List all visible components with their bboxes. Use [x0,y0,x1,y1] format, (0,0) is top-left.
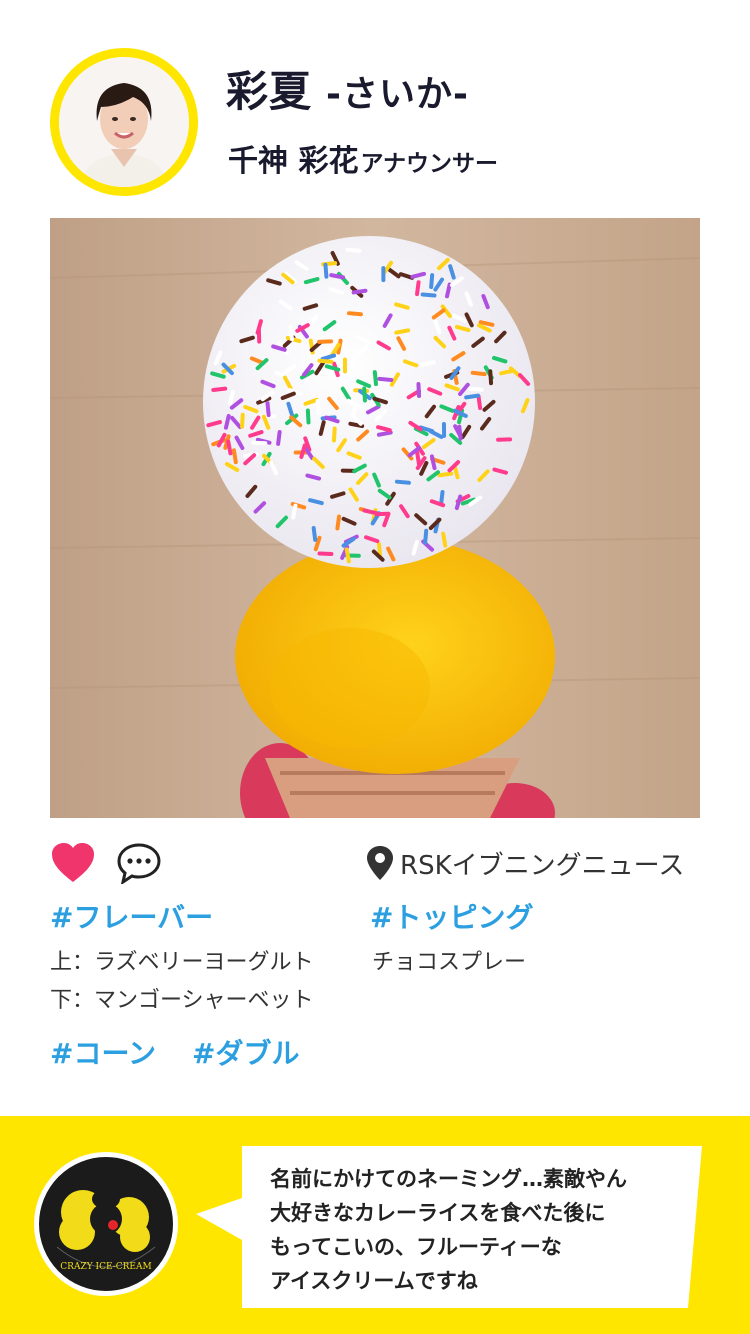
announcer-avatar [50,48,198,196]
announcer-name: 千神 彩花 [228,144,359,179]
speech-bubble: 名前にかけてのネーミング…素敵やん 大好きなカレーライスを食べた後に もってこい… [190,1136,726,1316]
crazy-ice-cream-logo: CRAZY ICE-CREAM [34,1152,178,1296]
avatar-photo [59,57,189,187]
comment-line: アイスクリームですね [270,1269,478,1293]
tag-cone[interactable]: #コーン [50,1032,156,1072]
pin-icon [367,846,393,880]
comment-line: 大好きなカレーライスを食べた後に [270,1201,606,1225]
page-title: 彩夏 -さいか- [226,58,469,119]
flavor-top: 上：ラズベリーヨーグルト [50,950,314,975]
heart-icon[interactable] [50,842,96,884]
tag-flavor[interactable]: #フレーバー [50,896,213,936]
title-suffix: -さいか- [326,74,469,115]
ice-cream-photo [50,218,700,818]
title-main: 彩夏 [226,67,313,116]
announcer-label: 千神 彩花アナウンサー [228,136,498,180]
location-label[interactable]: RSKイブニングニュース [400,845,684,882]
comment-line: 名前にかけてのネーミング…素敵やん [270,1167,627,1191]
flavor-bottom: 下：マンゴーシャーベット [50,988,314,1013]
announcer-role: アナウンサー [360,151,498,177]
comment-text: 名前にかけてのネーミング…素敵やん 大好きなカレーライスを食べた後に もってこい… [270,1162,627,1298]
comment-line: もってこいの、フルーティーな [270,1235,562,1259]
tag-double[interactable]: #ダブル [192,1032,299,1072]
logo-text: CRAZY ICE-CREAM [60,1262,151,1272]
comment-icon[interactable] [116,842,162,884]
topping-value: チョコスプレー [372,950,527,975]
tag-topping[interactable]: #トッピング [370,896,533,936]
